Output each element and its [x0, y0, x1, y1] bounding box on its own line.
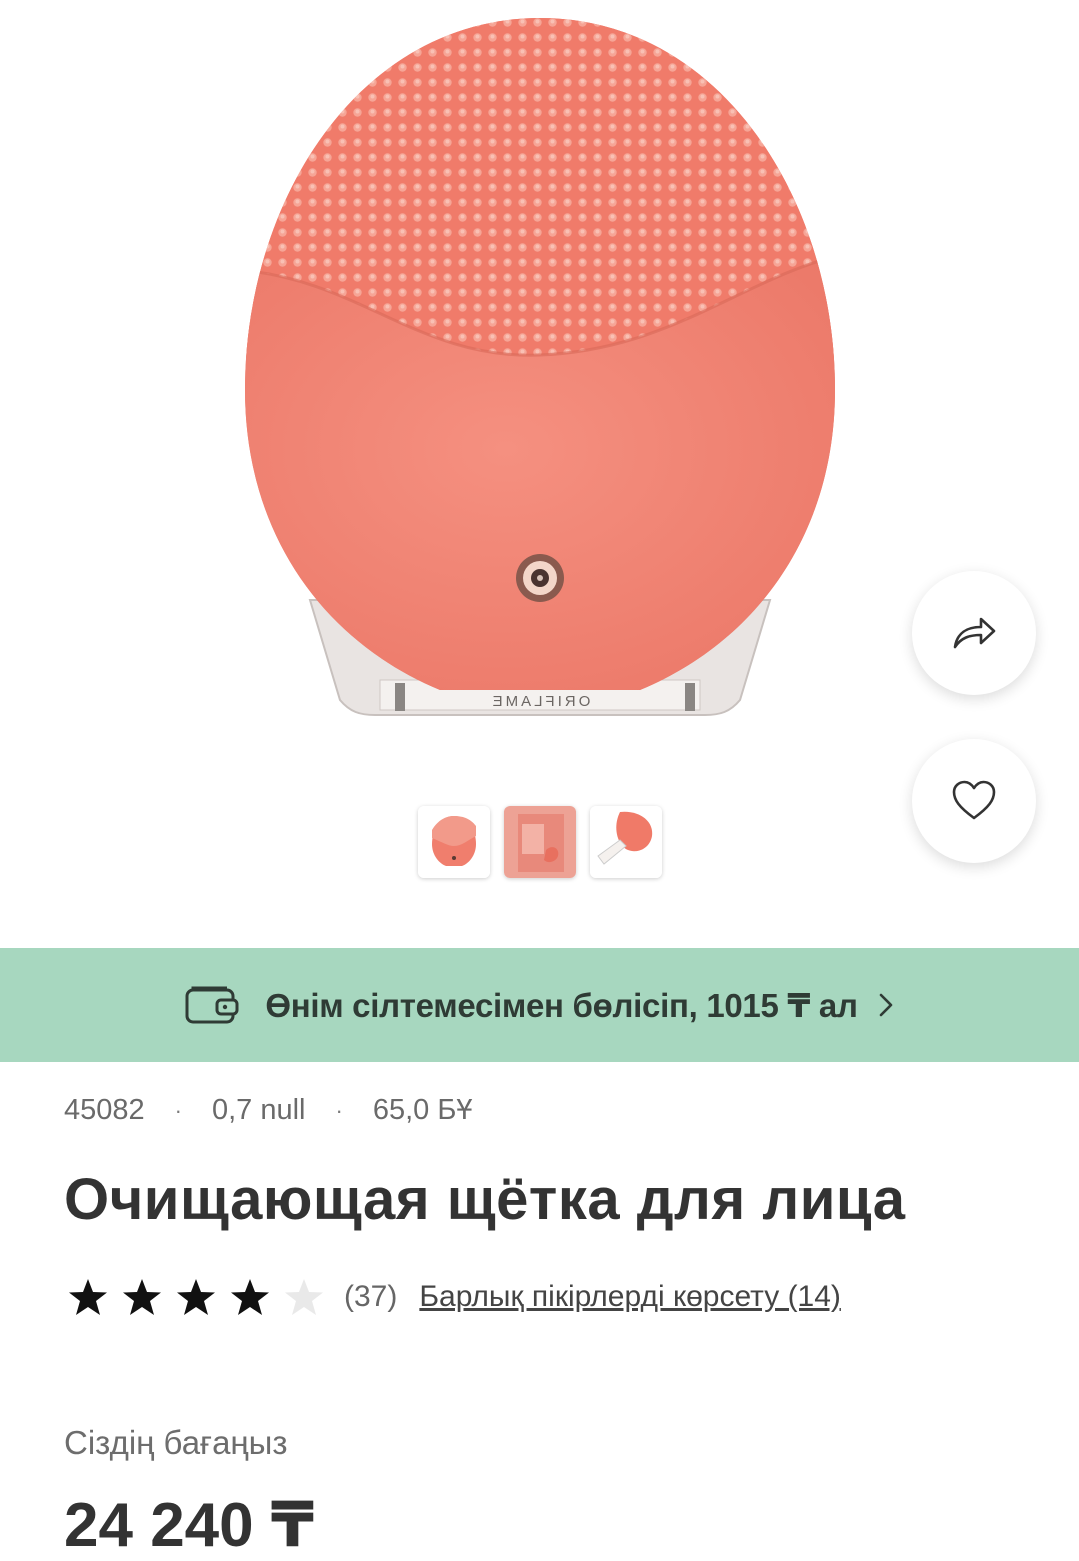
- star-filled-icon: [123, 1279, 161, 1315]
- product-title: Очищающая щётка для лица: [64, 1167, 906, 1232]
- wallet-icon: [185, 986, 239, 1024]
- thumbnail-strip: [418, 806, 662, 878]
- share-promo-banner[interactable]: Өнім сілтемесімен бөлісіп, 1015 ₸ ал: [0, 948, 1079, 1062]
- product-image: ORIFLAME: [245, 18, 835, 716]
- meta-separator: ·: [335, 1097, 343, 1123]
- promo-text: Өнім сілтемесімен бөлісіп, 1015 ₸ ал: [265, 986, 858, 1024]
- thumbnail-image: [590, 806, 662, 878]
- thumbnail-box[interactable]: [504, 806, 576, 878]
- star-filled-icon: [69, 1279, 107, 1315]
- star-rating: [68, 1278, 324, 1316]
- product-code: 45082: [64, 1094, 145, 1126]
- share-button[interactable]: [912, 571, 1036, 695]
- star-empty-icon: [285, 1279, 323, 1315]
- star-filled-icon: [177, 1279, 215, 1315]
- product-price: 24 240 ₸: [64, 1491, 314, 1560]
- thumbnail-image: [504, 806, 576, 878]
- share-icon: [953, 617, 996, 649]
- favorite-button[interactable]: [912, 739, 1036, 863]
- product-gallery: ORIFLAME: [0, 0, 1079, 930]
- meta-separator: ·: [174, 1097, 182, 1123]
- thumbnail-front[interactable]: [418, 806, 490, 878]
- thumbnail-side[interactable]: [590, 806, 662, 878]
- product-weight: 0,7 null: [211, 1094, 306, 1126]
- star-filled-icon: [231, 1279, 269, 1315]
- all-reviews-link[interactable]: Барлық пікірлерді көрсету (14): [419, 1280, 841, 1314]
- brand-mark: ORIFLAME: [490, 693, 591, 710]
- chevron-right-icon: [879, 993, 892, 1017]
- rating-count: (37): [344, 1280, 398, 1313]
- thumbnail-image: [418, 806, 490, 878]
- price-label: Сіздің бағаңыз: [64, 1424, 288, 1461]
- product-rating: (37) Барлық пікірлерді көрсету (14): [68, 1278, 841, 1316]
- product-points: 65,0 БҰ: [372, 1094, 473, 1126]
- product-meta: 45082 · 0,7 null · 65,0 БҰ: [64, 1094, 473, 1127]
- heart-icon: [952, 780, 996, 820]
